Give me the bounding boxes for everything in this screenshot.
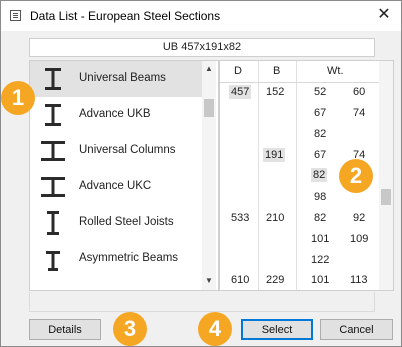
callout-badge-1: 1 — [1, 81, 35, 115]
list-item-advance-ukb[interactable]: Advance UKB — [30, 97, 202, 133]
asymmetric-beam-icon — [46, 251, 60, 271]
data-list-icon — [10, 10, 21, 21]
list-item-asymmetric-beams[interactable]: Asymmetric Beams — [30, 241, 202, 277]
table-cell[interactable]: 122 — [311, 254, 329, 266]
table-cell[interactable]: 210 — [266, 212, 284, 224]
list-item-label: Advance UKC — [79, 180, 152, 192]
scroll-down-icon[interactable]: ▼ — [202, 275, 216, 287]
section-list-scrollbar[interactable]: ▲ ▼ — [202, 61, 216, 290]
table-cell[interactable]: 457 — [229, 85, 252, 99]
table-cell[interactable]: 533 — [231, 212, 249, 224]
section-name-field: UB 457x191x82 — [29, 38, 375, 57]
bottom-strip — [29, 292, 375, 312]
table-cell[interactable]: 67 — [314, 107, 326, 119]
select-button[interactable]: Select — [241, 319, 313, 340]
table-cell[interactable]: 67 — [314, 149, 326, 161]
list-item-advance-ukc[interactable]: Advance UKC — [30, 169, 202, 205]
list-item-label: Universal Beams — [79, 72, 166, 84]
table-cell[interactable]: 152 — [266, 86, 284, 98]
table-cell[interactable]: 82 — [314, 212, 326, 224]
table-scrollbar[interactable] — [379, 61, 393, 290]
list-item-rolled-steel-joists[interactable]: Rolled Steel Joists — [30, 205, 202, 241]
callout-badge-4: 4 — [198, 312, 232, 346]
table-cell[interactable]: 191 — [263, 148, 286, 162]
callout-badge-3: 3 — [113, 312, 147, 346]
callout-badge-2: 2 — [339, 159, 373, 193]
column-header-b: B — [273, 65, 281, 77]
list-item-universal-beams[interactable]: Universal Beams — [30, 61, 202, 97]
i-beam-icon — [47, 211, 59, 235]
details-button[interactable]: Details — [29, 319, 101, 340]
table-cell[interactable]: 92 — [353, 212, 365, 224]
i-beam-icon — [45, 104, 61, 126]
list-item-label: Advance UKB — [79, 108, 151, 120]
table-cell[interactable]: 229 — [266, 274, 284, 286]
list-item-universal-columns[interactable]: Universal Columns — [30, 133, 202, 169]
table-cell[interactable]: 74 — [353, 107, 365, 119]
table-cell[interactable]: 52 — [314, 86, 326, 98]
table-cell[interactable]: 113 — [350, 274, 368, 286]
i-beam-icon — [45, 68, 61, 90]
section-type-list[interactable]: Universal Beams Advance UKB Universal Co… — [29, 60, 219, 291]
list-item-label: Universal Columns — [79, 144, 176, 156]
table-cell[interactable]: 82 — [311, 168, 328, 182]
scroll-thumb[interactable] — [204, 99, 214, 117]
table-cell[interactable]: 109 — [350, 233, 368, 245]
list-item-label: Asymmetric Beams — [79, 252, 179, 264]
cancel-button[interactable]: Cancel — [320, 319, 393, 340]
column-header-wt: Wt. — [327, 65, 344, 77]
dialog-window: Data List - European Steel Sections ✕ UB… — [0, 0, 402, 347]
scroll-thumb[interactable] — [381, 189, 391, 205]
h-column-icon — [41, 141, 65, 161]
table-cell[interactable]: 101 — [311, 274, 329, 286]
table-cell[interactable]: 98 — [314, 191, 326, 203]
table-cell[interactable]: 82 — [314, 128, 326, 140]
title-bar: Data List - European Steel Sections ✕ — [1, 1, 401, 31]
close-icon[interactable]: ✕ — [373, 5, 395, 25]
table-cell[interactable]: 610 — [231, 274, 249, 286]
column-header-d: D — [234, 65, 242, 77]
list-item-label: Rolled Steel Joists — [79, 216, 174, 228]
scroll-up-icon[interactable]: ▲ — [202, 63, 216, 75]
table-cell[interactable]: 101 — [311, 233, 329, 245]
window-title: Data List - European Steel Sections — [30, 9, 221, 23]
table-cell[interactable]: 60 — [353, 86, 365, 98]
h-column-icon — [41, 177, 65, 197]
